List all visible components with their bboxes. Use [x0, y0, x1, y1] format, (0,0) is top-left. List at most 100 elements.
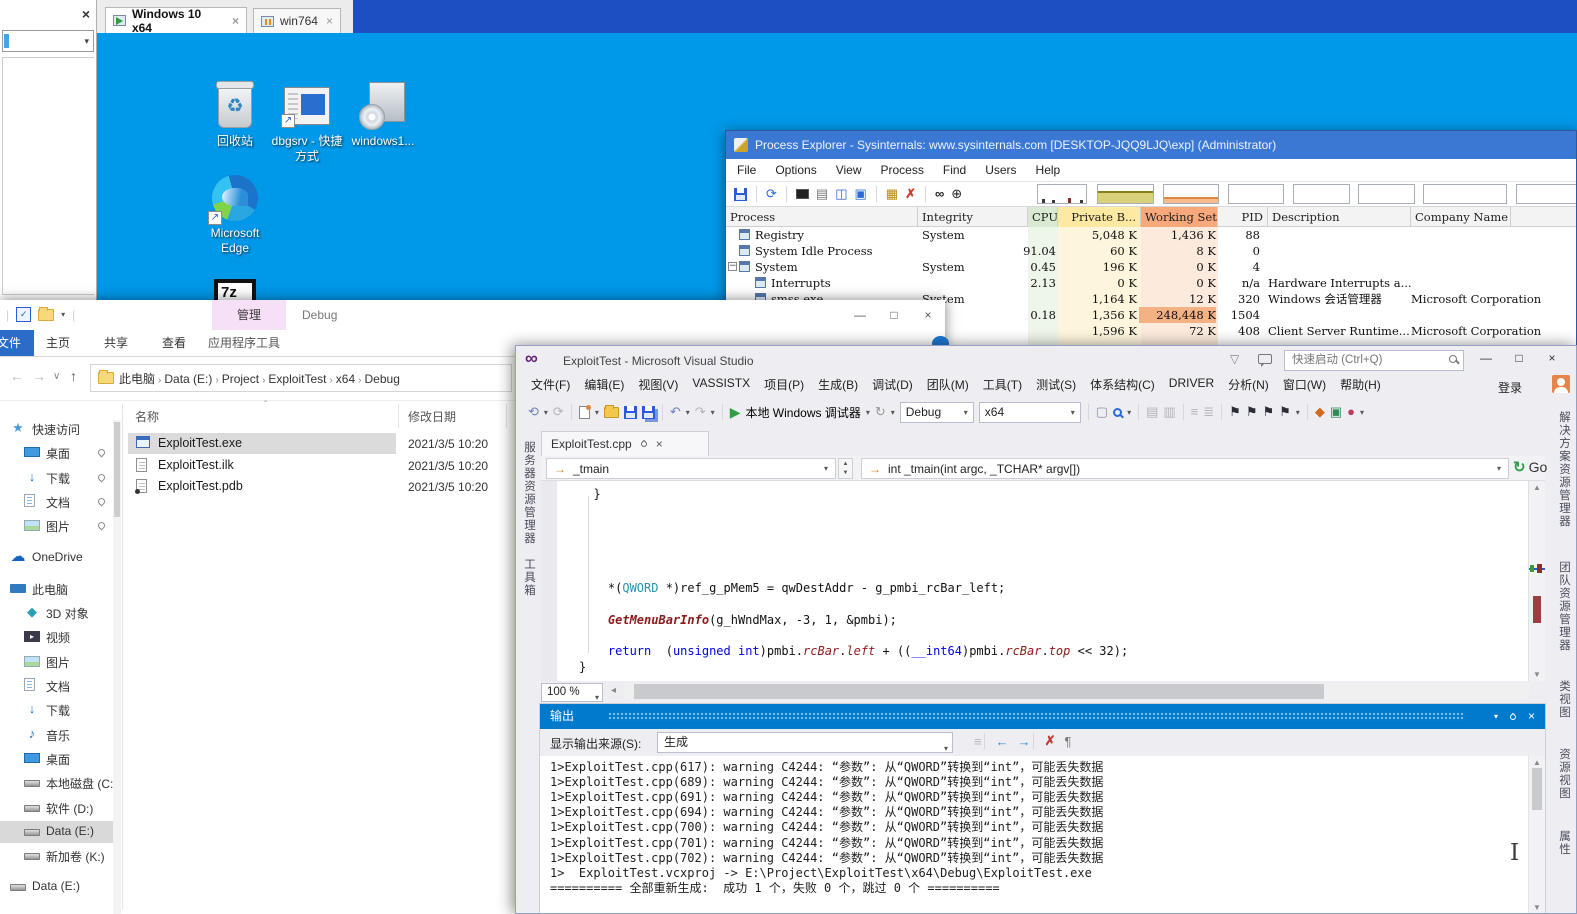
decrease-indent-icon[interactable]: ≡	[1191, 404, 1199, 420]
forward-icon[interactable]: →	[32, 368, 46, 384]
sidebar-item[interactable]: ↓ 下载	[0, 699, 121, 721]
toggle-word-wrap-icon[interactable]: ¶	[1065, 734, 1072, 749]
expand-collapse-toggle[interactable]: −	[728, 262, 737, 271]
back-icon[interactable]: ←	[10, 368, 24, 384]
pin-icon[interactable]	[1508, 712, 1518, 721]
scrollbar-thumb[interactable]	[1532, 768, 1542, 810]
manage-ribbon-context[interactable]: 管理	[212, 300, 286, 330]
menu-DRIVER[interactable]: DRIVER	[1162, 373, 1221, 395]
window-position-icon[interactable]: ▾	[1494, 704, 1498, 729]
tab-file[interactable]: 文件	[0, 330, 34, 356]
close-icon[interactable]: ×	[656, 437, 663, 451]
column-header[interactable]: Integrity	[918, 207, 1028, 227]
column-header-date[interactable]: 修改日期	[408, 408, 456, 425]
sidebar-item[interactable]: ★ 快速访问	[0, 418, 121, 440]
sidebar-item[interactable]: 文档	[0, 675, 121, 697]
menu-文件(F)[interactable]: 文件(F)	[524, 373, 577, 395]
sidebar-item[interactable]: ◆ 3D 对象	[0, 602, 121, 624]
recent-locations-icon[interactable]: ∨	[53, 371, 60, 382]
close-button[interactable]: ×	[911, 300, 945, 330]
save-icon[interactable]	[734, 187, 747, 201]
sidebar-item[interactable]: 桌面	[0, 442, 121, 464]
sidebar-item[interactable]: 图片	[0, 515, 121, 537]
zoom-dropdown[interactable]: 100 % ▾	[541, 683, 603, 702]
breadcrumb-item[interactable]: Data (E:)	[164, 372, 212, 386]
library-tree[interactable]	[2, 57, 94, 295]
comment-icon[interactable]: ▤	[1146, 404, 1158, 420]
redo-icon[interactable]: ↷	[695, 404, 706, 420]
va-open-file-icon[interactable]: ▣	[1330, 404, 1342, 420]
find-window-target-icon[interactable]: ⊕	[951, 186, 962, 202]
breadcrumb-item[interactable]: x64	[336, 372, 355, 386]
uncomment-icon[interactable]: ▥	[1163, 404, 1175, 420]
menu-测试(S)[interactable]: 测试(S)	[1029, 373, 1083, 395]
next-bookmark-icon[interactable]: ⚑	[1262, 404, 1274, 420]
refresh-icon[interactable]: ↻	[875, 404, 886, 420]
sidebar-item[interactable]: 本地磁盘 (C:)	[0, 772, 121, 794]
menu-file[interactable]: File	[737, 163, 756, 177]
tool-tab-属性[interactable]: 属性	[1556, 830, 1572, 856]
sidebar-item[interactable]: ☁ OneDrive	[0, 547, 121, 569]
maximize-button[interactable]: □	[1507, 346, 1531, 370]
file-name[interactable]: ExploitTest.ilk	[158, 458, 234, 472]
graph-panel[interactable]	[1358, 184, 1415, 204]
breadcrumb-item[interactable]: 此电脑	[119, 372, 155, 386]
menu-options[interactable]: Options	[775, 163, 816, 177]
horizontal-scrollbar[interactable]	[624, 684, 1529, 699]
desktop-icon-recycle[interactable]: ♻ 回收站	[197, 81, 273, 149]
menu-视图(V)[interactable]: 视图(V)	[631, 373, 685, 395]
output-panel-header[interactable]: 输出 ▾ ×	[540, 704, 1545, 729]
sidebar-item[interactable]: 桌面	[0, 748, 121, 770]
menu-view[interactable]: View	[836, 163, 862, 177]
increase-indent-icon[interactable]: ≣	[1203, 404, 1214, 420]
graph-panel[interactable]	[1516, 184, 1576, 204]
breadcrumb[interactable]: 此电脑 › Data (E:) › Project › ExploitTest › x64 › De…	[90, 364, 512, 392]
menu-分析(N)[interactable]: 分析(N)	[1221, 373, 1276, 395]
commit-history-graph[interactable]	[1097, 184, 1154, 204]
scope-dropdown[interactable]: → _tmain ▾	[546, 458, 836, 479]
graph-panel[interactable]	[1423, 184, 1507, 204]
menu-调试(D)[interactable]: 调试(D)	[865, 373, 920, 395]
next-message-icon[interactable]: →	[1018, 734, 1031, 749]
column-header[interactable]: Description	[1268, 207, 1411, 227]
find-handle-icon[interactable]: ∞	[935, 186, 944, 202]
editor-scrollbar[interactable]: ▲ ▼	[1528, 481, 1545, 681]
scrollbar-thumb[interactable]	[1533, 596, 1541, 623]
menu-users[interactable]: Users	[985, 163, 1016, 177]
navigate-back-icon[interactable]: ⟲	[528, 404, 539, 420]
process-row[interactable]: System Idle Process 91.04 60 K 8 K 0	[726, 243, 1576, 259]
menu-编辑(E)[interactable]: 编辑(E)	[577, 373, 631, 395]
toggle-bookmark-icon[interactable]: ⚑	[1229, 404, 1241, 420]
configuration-dropdown[interactable]: Debug ▾	[899, 401, 974, 423]
tool-tab-解决方案资源管理器[interactable]: 解决方案资源管理器	[1556, 411, 1572, 528]
tool-tab-服务器资源管理器[interactable]: 服务器资源管理器	[521, 441, 537, 545]
pin-icon[interactable]	[639, 439, 648, 449]
start-debugging-icon[interactable]: ▶	[730, 404, 741, 420]
desktop-icon-shortcut[interactable]: ↗ dbgsrv - 快捷方式	[269, 81, 345, 164]
save-icon[interactable]	[623, 405, 637, 419]
attach-icon[interactable]: ▢	[1096, 404, 1108, 420]
desktop-icon-installer[interactable]: windows1...	[345, 81, 421, 149]
go-button[interactable]: ↻ Go	[1513, 458, 1547, 476]
customize-quick-access-icon[interactable]: ▾	[61, 310, 65, 319]
document-tab-exploittest-cpp[interactable]: ExploitTest.cpp ×	[541, 431, 709, 456]
clear-all-icon[interactable]: ✗	[1045, 733, 1056, 749]
feedback-icon[interactable]	[1258, 354, 1272, 367]
scope-spinner[interactable]: ▲ ▼	[838, 458, 853, 479]
process-row[interactable]: − System System 0.45 196 K 0 K 4	[726, 259, 1576, 275]
sidebar-item[interactable]: 新加卷 (K:)	[0, 845, 121, 867]
menu-生成(B)[interactable]: 生成(B)	[811, 373, 865, 395]
show-lower-pane-icon[interactable]: ◫	[835, 186, 847, 202]
menu-帮助(H)[interactable]: 帮助(H)	[1333, 373, 1388, 395]
sidebar-item[interactable]: ▸ 视频	[0, 626, 121, 648]
menu-VASSISTX[interactable]: VASSISTX	[685, 373, 757, 395]
cpu-history-graph[interactable]	[1037, 184, 1087, 204]
close-button[interactable]: ×	[1540, 346, 1564, 370]
up-icon[interactable]: ↑	[70, 368, 77, 384]
column-header-name[interactable]: 名称	[135, 408, 159, 425]
clear-bookmarks-icon[interactable]: ⚑	[1279, 404, 1291, 420]
breadcrumb-item[interactable]: ExploitTest	[268, 372, 326, 386]
breadcrumb-item[interactable]: Project	[222, 372, 259, 386]
file-name[interactable]: ExploitTest.exe	[158, 436, 242, 450]
output-log[interactable]: 1>ExploitTest.cpp(617): warning C4244: “…	[540, 756, 1528, 913]
